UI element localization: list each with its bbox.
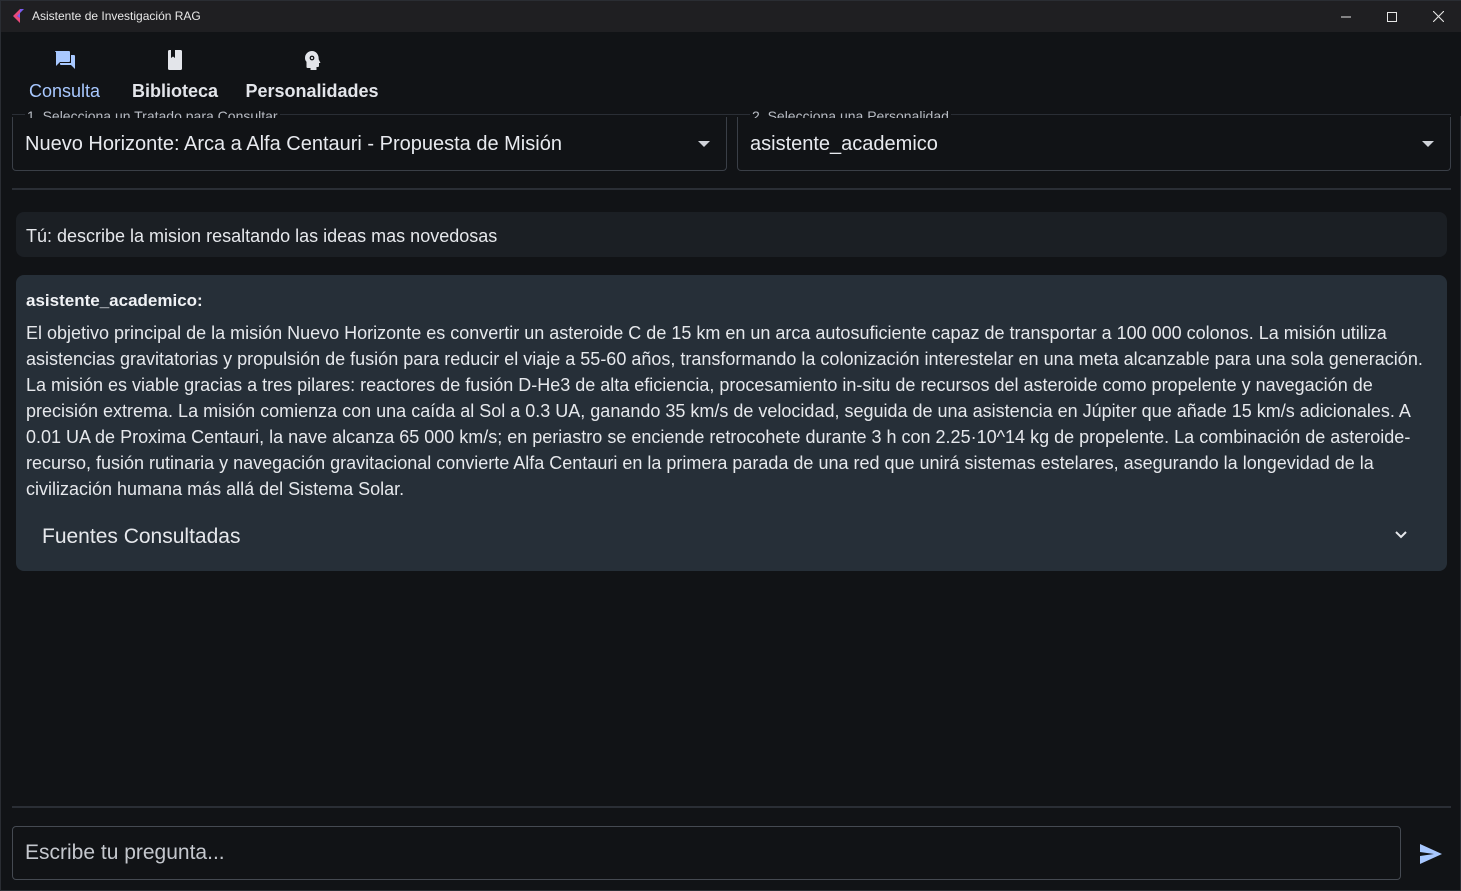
- send-button[interactable]: [1416, 841, 1446, 867]
- question-input-box: [12, 826, 1401, 880]
- personality-dropdown[interactable]: 2. Selecciona una Personalidad asistente…: [737, 109, 1451, 171]
- user-message-text: Tú: describe la mision resaltando las id…: [26, 226, 498, 246]
- sources-label: Fuentes Consultadas: [42, 525, 241, 548]
- maximize-button[interactable]: [1369, 1, 1415, 32]
- app-window: Asistente de Investigación RAG Consulta: [0, 0, 1461, 891]
- psychology-icon: [300, 48, 324, 72]
- maximize-icon: [1387, 11, 1397, 22]
- question-input[interactable]: [13, 827, 1400, 879]
- title-bar: Asistente de Investigación RAG: [1, 1, 1461, 32]
- minimize-icon: [1341, 16, 1351, 17]
- personality-dropdown-label: 2. Selecciona una Personalidad: [750, 109, 951, 118]
- tab-label: Biblioteca: [131, 81, 219, 101]
- personality-dropdown-value: asistente_academico: [750, 133, 938, 155]
- tab-biblioteca[interactable]: Biblioteca: [132, 48, 218, 102]
- chevron-down-icon: [1395, 531, 1407, 539]
- assistant-message: asistente_academico: El objetivo princip…: [16, 275, 1447, 571]
- chat-icon: [53, 48, 77, 72]
- minimize-button[interactable]: [1323, 1, 1369, 32]
- tab-consulta[interactable]: Consulta: [27, 48, 102, 102]
- tab-personalidades[interactable]: Personalidades: [245, 48, 379, 102]
- treatise-dropdown-value: Nuevo Horizonte: Arca a Alfa Centauri - …: [25, 133, 562, 155]
- tab-label: Consulta: [28, 81, 101, 101]
- nav-bar: Consulta Biblioteca Personalidades: [1, 32, 1461, 116]
- treatise-dropdown-label: 1. Selecciona un Tratado para Consultar: [25, 109, 280, 118]
- close-icon: [1432, 11, 1444, 22]
- treatise-dropdown[interactable]: 1. Selecciona un Tratado para Consultar …: [12, 109, 727, 171]
- divider: [12, 188, 1451, 190]
- divider: [12, 806, 1451, 808]
- window-title: Asistente de Investigación RAG: [32, 9, 201, 23]
- tab-label: Personalidades: [245, 81, 379, 101]
- close-button[interactable]: [1415, 1, 1461, 32]
- user-message: Tú: describe la mision resaltando las id…: [16, 212, 1447, 257]
- sources-expander[interactable]: Fuentes Consultadas: [16, 515, 1447, 559]
- app-logo-icon: [13, 9, 24, 23]
- send-icon: [1420, 844, 1442, 864]
- assistant-name: asistente_academico:: [26, 291, 203, 310]
- assistant-message-text: El objetivo principal de la misión Nuevo…: [26, 323, 1423, 499]
- book-icon: [163, 48, 187, 72]
- dropdown-arrow-icon: [698, 141, 710, 147]
- dropdown-arrow-icon: [1422, 141, 1434, 147]
